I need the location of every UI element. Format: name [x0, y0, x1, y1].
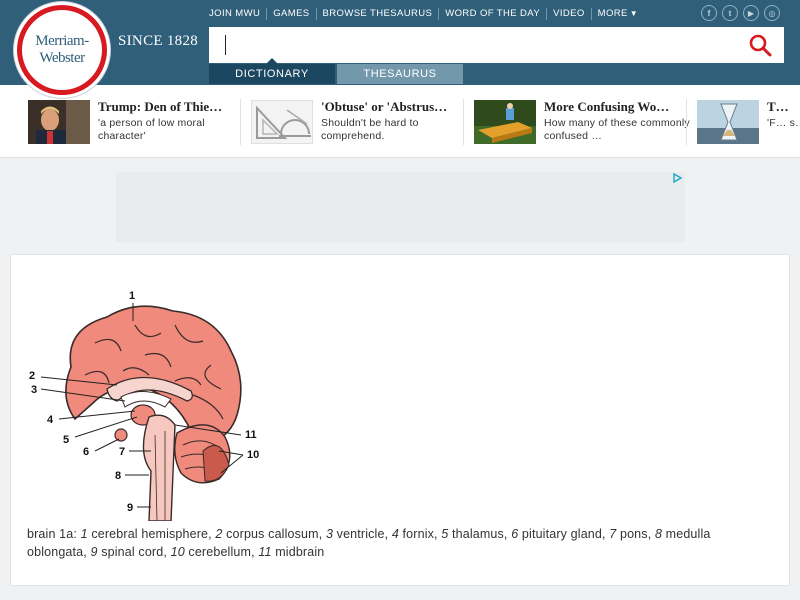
trending-thumbnail-3: [474, 100, 536, 144]
illustration-caption: brain 1a: 1 cerebral hemisphere, 2 corpu…: [27, 525, 757, 561]
nav-more[interactable]: MORE ▼: [590, 8, 644, 20]
search-input[interactable]: [209, 27, 739, 63]
caption-term: corpus callosum,: [222, 527, 326, 541]
chevron-down-icon: ▼: [629, 9, 639, 18]
trending-divider: [240, 99, 241, 145]
trending-desc-3: How many of these commonly confused …: [544, 117, 690, 142]
caption-term: thalamus,: [448, 527, 512, 541]
caption-num: 10: [170, 545, 185, 559]
search-icon[interactable]: [748, 33, 772, 57]
trending-thumbnail-1: [28, 100, 90, 144]
nav-word-of-the-day[interactable]: WORD OF THE DAY: [438, 8, 546, 20]
trending-thumbnail-4: [697, 100, 759, 144]
brain-label-9: 9: [127, 502, 133, 514]
trending-divider: [463, 99, 464, 145]
brain-label-7: 7: [119, 446, 125, 458]
instagram-icon[interactable]: ◎: [764, 5, 780, 21]
trending-card-1[interactable]: Trump: Den of Thie… 'a person of low mor…: [28, 99, 250, 146]
trending-card-3[interactable]: More Confusing Wo… How many of these com…: [474, 99, 696, 146]
trending-title-3: More Confusing Wo…: [544, 99, 670, 114]
caption-num: 11: [258, 545, 272, 559]
trending-desc-4: 'F… s…: [767, 117, 800, 129]
caption-num: 8: [654, 527, 663, 541]
trending-divider: [686, 99, 687, 145]
brain-label-3: 3: [31, 384, 37, 396]
brain-label-11: 11: [245, 429, 257, 441]
nav-join-mwu[interactable]: JOIN MWU: [203, 8, 266, 20]
trending-card-2[interactable]: 'Obtuse' or 'Abstrus… Shouldn't be hard …: [251, 99, 473, 146]
nav-more-label: MORE: [597, 8, 628, 19]
trending-strip: Trump: Den of Thie… 'a person of low mor…: [0, 85, 800, 158]
caption-term: cerebral hemisphere,: [87, 527, 216, 541]
tab-thesaurus[interactable]: THESAURUS: [337, 64, 463, 84]
advertisement-banner[interactable]: [116, 172, 685, 242]
brain-label-1: 1: [129, 290, 135, 302]
caption-term: spinal cord,: [97, 545, 171, 559]
caption-num: 1: [80, 527, 88, 541]
brain-illustration: 1 2 3 4 5 6 7 8 9 10 11: [29, 290, 259, 521]
trending-desc-1: 'a person of low moral character': [98, 117, 205, 142]
nav-games[interactable]: GAMES: [266, 8, 315, 20]
logo-text-line1: Merriam-: [35, 33, 89, 49]
facebook-icon[interactable]: f: [701, 5, 717, 21]
social-links: f t ▶ ◎: [701, 5, 780, 21]
caption-num: 2: [215, 527, 223, 541]
youtube-icon[interactable]: ▶: [743, 5, 759, 21]
logo-text-line2: Webster: [39, 50, 85, 66]
top-nav: JOIN MWU GAMES BROWSE THESAURUS WORD OF …: [203, 7, 644, 21]
brain-label-10: 10: [247, 449, 259, 461]
caption-term: cerebellum,: [184, 545, 259, 559]
since-tagline: SINCE 1828: [118, 33, 199, 49]
trending-title-4: T…: [767, 99, 789, 114]
caption-term: midbrain: [271, 545, 325, 559]
twitter-icon[interactable]: t: [722, 5, 738, 21]
caption-num: 4: [391, 527, 399, 541]
merriam-webster-logo[interactable]: Merriam- Webster: [14, 2, 110, 98]
brain-label-8: 8: [115, 470, 121, 482]
search-box: [209, 27, 784, 63]
brain-label-5: 5: [63, 434, 69, 446]
nav-browse-thesaurus[interactable]: BROWSE THESAURUS: [315, 8, 439, 20]
caption-term: ventricle,: [333, 527, 392, 541]
caption-num: 3: [325, 527, 334, 541]
caption-term: fornix,: [398, 527, 442, 541]
brain-label-2: 2: [29, 370, 35, 382]
illustration-panel: 1 2 3 4 5 6 7 8 9 10 11 brain 1a: 1 cere…: [10, 254, 790, 586]
trending-title-1: Trump: Den of Thie…: [98, 99, 223, 114]
caption-lead: brain 1a:: [27, 527, 81, 541]
caption-term: pons,: [616, 527, 655, 541]
trending-thumbnail-2: [251, 100, 313, 144]
text-cursor: [225, 35, 226, 55]
brain-label-4: 4: [47, 414, 54, 426]
nav-video[interactable]: VIDEO: [546, 8, 591, 20]
brain-label-6: 6: [83, 446, 89, 458]
adchoices-icon[interactable]: [672, 173, 682, 183]
trending-title-2: 'Obtuse' or 'Abstrus…: [321, 99, 448, 114]
trending-desc-2: Shouldn't be hard to comprehend.: [321, 117, 419, 142]
tab-dictionary[interactable]: DICTIONARY: [209, 64, 335, 84]
caption-num: 9: [90, 545, 98, 559]
caption-term: pituitary gland,: [518, 527, 610, 541]
trending-card-4[interactable]: T… 'F… s…: [697, 99, 800, 146]
logo-inner: Merriam- Webster: [22, 10, 102, 90]
site-header: JOIN MWU GAMES BROWSE THESAURUS WORD OF …: [0, 0, 800, 85]
